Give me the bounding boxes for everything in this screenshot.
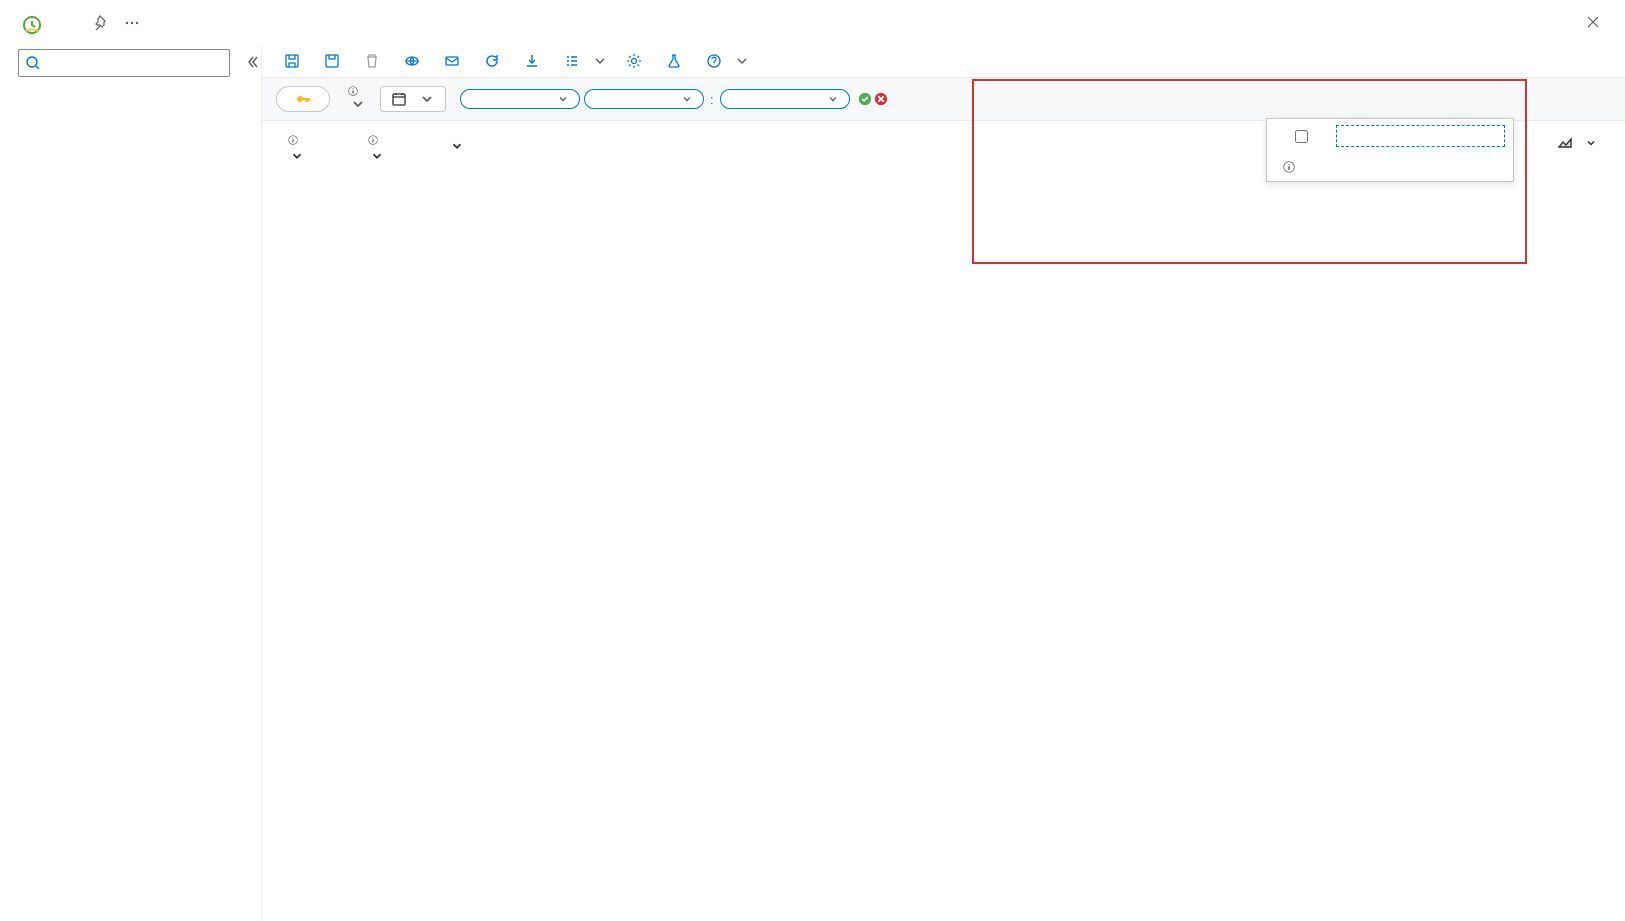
download-button[interactable] xyxy=(524,53,546,69)
chevron-down-icon xyxy=(350,96,366,112)
chevron-down-icon xyxy=(419,91,435,107)
actual-cost-label xyxy=(284,135,304,145)
sidebar xyxy=(0,45,262,921)
filter-key-select[interactable] xyxy=(584,89,704,109)
app-icon xyxy=(20,13,44,37)
chevron-down-icon xyxy=(827,93,839,105)
chevron-down-icon xyxy=(370,149,384,163)
page-header xyxy=(0,0,1625,45)
filter-bar: : xyxy=(262,78,1625,121)
list-icon xyxy=(564,53,580,69)
date-range-selector[interactable] xyxy=(380,86,446,112)
forecast-label xyxy=(364,135,384,145)
budget-value[interactable] xyxy=(444,139,464,153)
try-preview-button[interactable] xyxy=(666,53,688,69)
chevron-down-icon xyxy=(1585,137,1597,149)
chevron-down-icon xyxy=(681,93,693,105)
popup-help-link[interactable] xyxy=(1267,153,1513,181)
trash-icon xyxy=(364,53,380,69)
collapse-sidebar-button[interactable] xyxy=(240,50,264,77)
view-selector[interactable] xyxy=(344,86,366,112)
chevron-down-icon xyxy=(734,53,750,69)
close-button[interactable] xyxy=(1581,10,1605,39)
info-icon xyxy=(368,135,378,145)
check-circle-icon[interactable] xyxy=(858,92,872,106)
chevron-down-icon xyxy=(450,139,464,153)
save-icon xyxy=(284,53,300,69)
chevron-down-icon xyxy=(290,149,304,163)
calendar-icon xyxy=(391,91,407,107)
gear-icon xyxy=(626,53,642,69)
subscribe-button[interactable] xyxy=(444,53,466,69)
download-icon xyxy=(524,53,540,69)
chevron-down-icon xyxy=(557,93,569,105)
main-content: : xyxy=(262,45,1625,921)
info-icon xyxy=(348,86,358,96)
close-circle-icon[interactable] xyxy=(874,92,888,106)
flask-icon xyxy=(666,53,682,69)
info-icon xyxy=(1283,161,1295,173)
pin-icon[interactable] xyxy=(94,15,110,34)
info-icon xyxy=(288,135,298,145)
help-button[interactable] xyxy=(706,53,750,69)
mail-icon xyxy=(444,53,460,69)
scope-selector[interactable] xyxy=(276,86,330,112)
help-icon xyxy=(706,53,722,69)
save-as-icon xyxy=(324,53,340,69)
refresh-button[interactable] xyxy=(484,53,506,69)
more-icon[interactable] xyxy=(124,15,140,34)
chevron-down-icon xyxy=(592,53,608,69)
area-chart-icon xyxy=(1557,135,1573,151)
key-icon xyxy=(295,91,311,107)
search-input[interactable] xyxy=(18,49,230,77)
forecast-value[interactable] xyxy=(364,149,384,163)
refresh-icon xyxy=(484,53,500,69)
filter-value-popup xyxy=(1266,118,1514,182)
share-icon xyxy=(404,53,420,69)
save-as-button[interactable] xyxy=(324,53,346,69)
popup-filter-input[interactable] xyxy=(1336,125,1505,147)
cost-by-resource-button[interactable] xyxy=(564,53,608,69)
command-bar xyxy=(262,45,1625,78)
cost-area-chart xyxy=(262,169,1615,921)
filter-colon: : xyxy=(708,92,716,107)
chart-type-selector[interactable] xyxy=(1557,135,1617,151)
actual-cost-value[interactable] xyxy=(284,149,304,163)
filter-value-select[interactable] xyxy=(720,89,850,109)
save-button[interactable] xyxy=(284,53,306,69)
configure-subscription-button[interactable] xyxy=(626,53,648,69)
popup-select-all-checkbox[interactable] xyxy=(1275,130,1328,143)
filter-dimension-select[interactable] xyxy=(460,89,580,109)
delete-view-button xyxy=(364,53,386,69)
share-button[interactable] xyxy=(404,53,426,69)
search-icon xyxy=(25,55,41,71)
